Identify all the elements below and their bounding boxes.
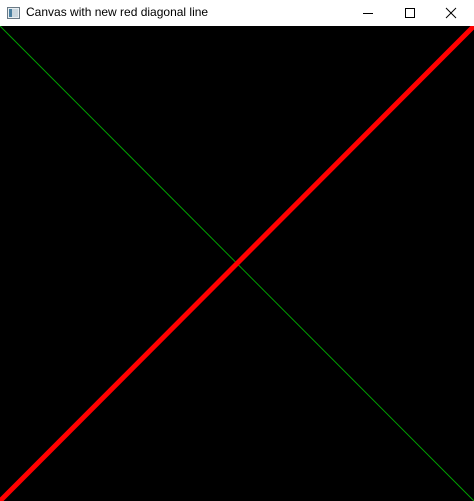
maximize-icon	[405, 8, 415, 18]
window-title: Canvas with new red diagonal line	[26, 5, 209, 19]
maximize-button[interactable]	[387, 0, 433, 26]
minimize-icon	[363, 13, 373, 14]
drawing-canvas[interactable]	[0, 26, 474, 501]
app-window: Canvas with new red diagonal line	[0, 0, 474, 501]
close-button[interactable]	[428, 0, 474, 26]
window-app-icon	[7, 6, 20, 19]
close-icon	[445, 7, 457, 19]
title-bar[interactable]: Canvas with new red diagonal line	[0, 0, 474, 26]
minimize-button[interactable]	[345, 0, 391, 26]
